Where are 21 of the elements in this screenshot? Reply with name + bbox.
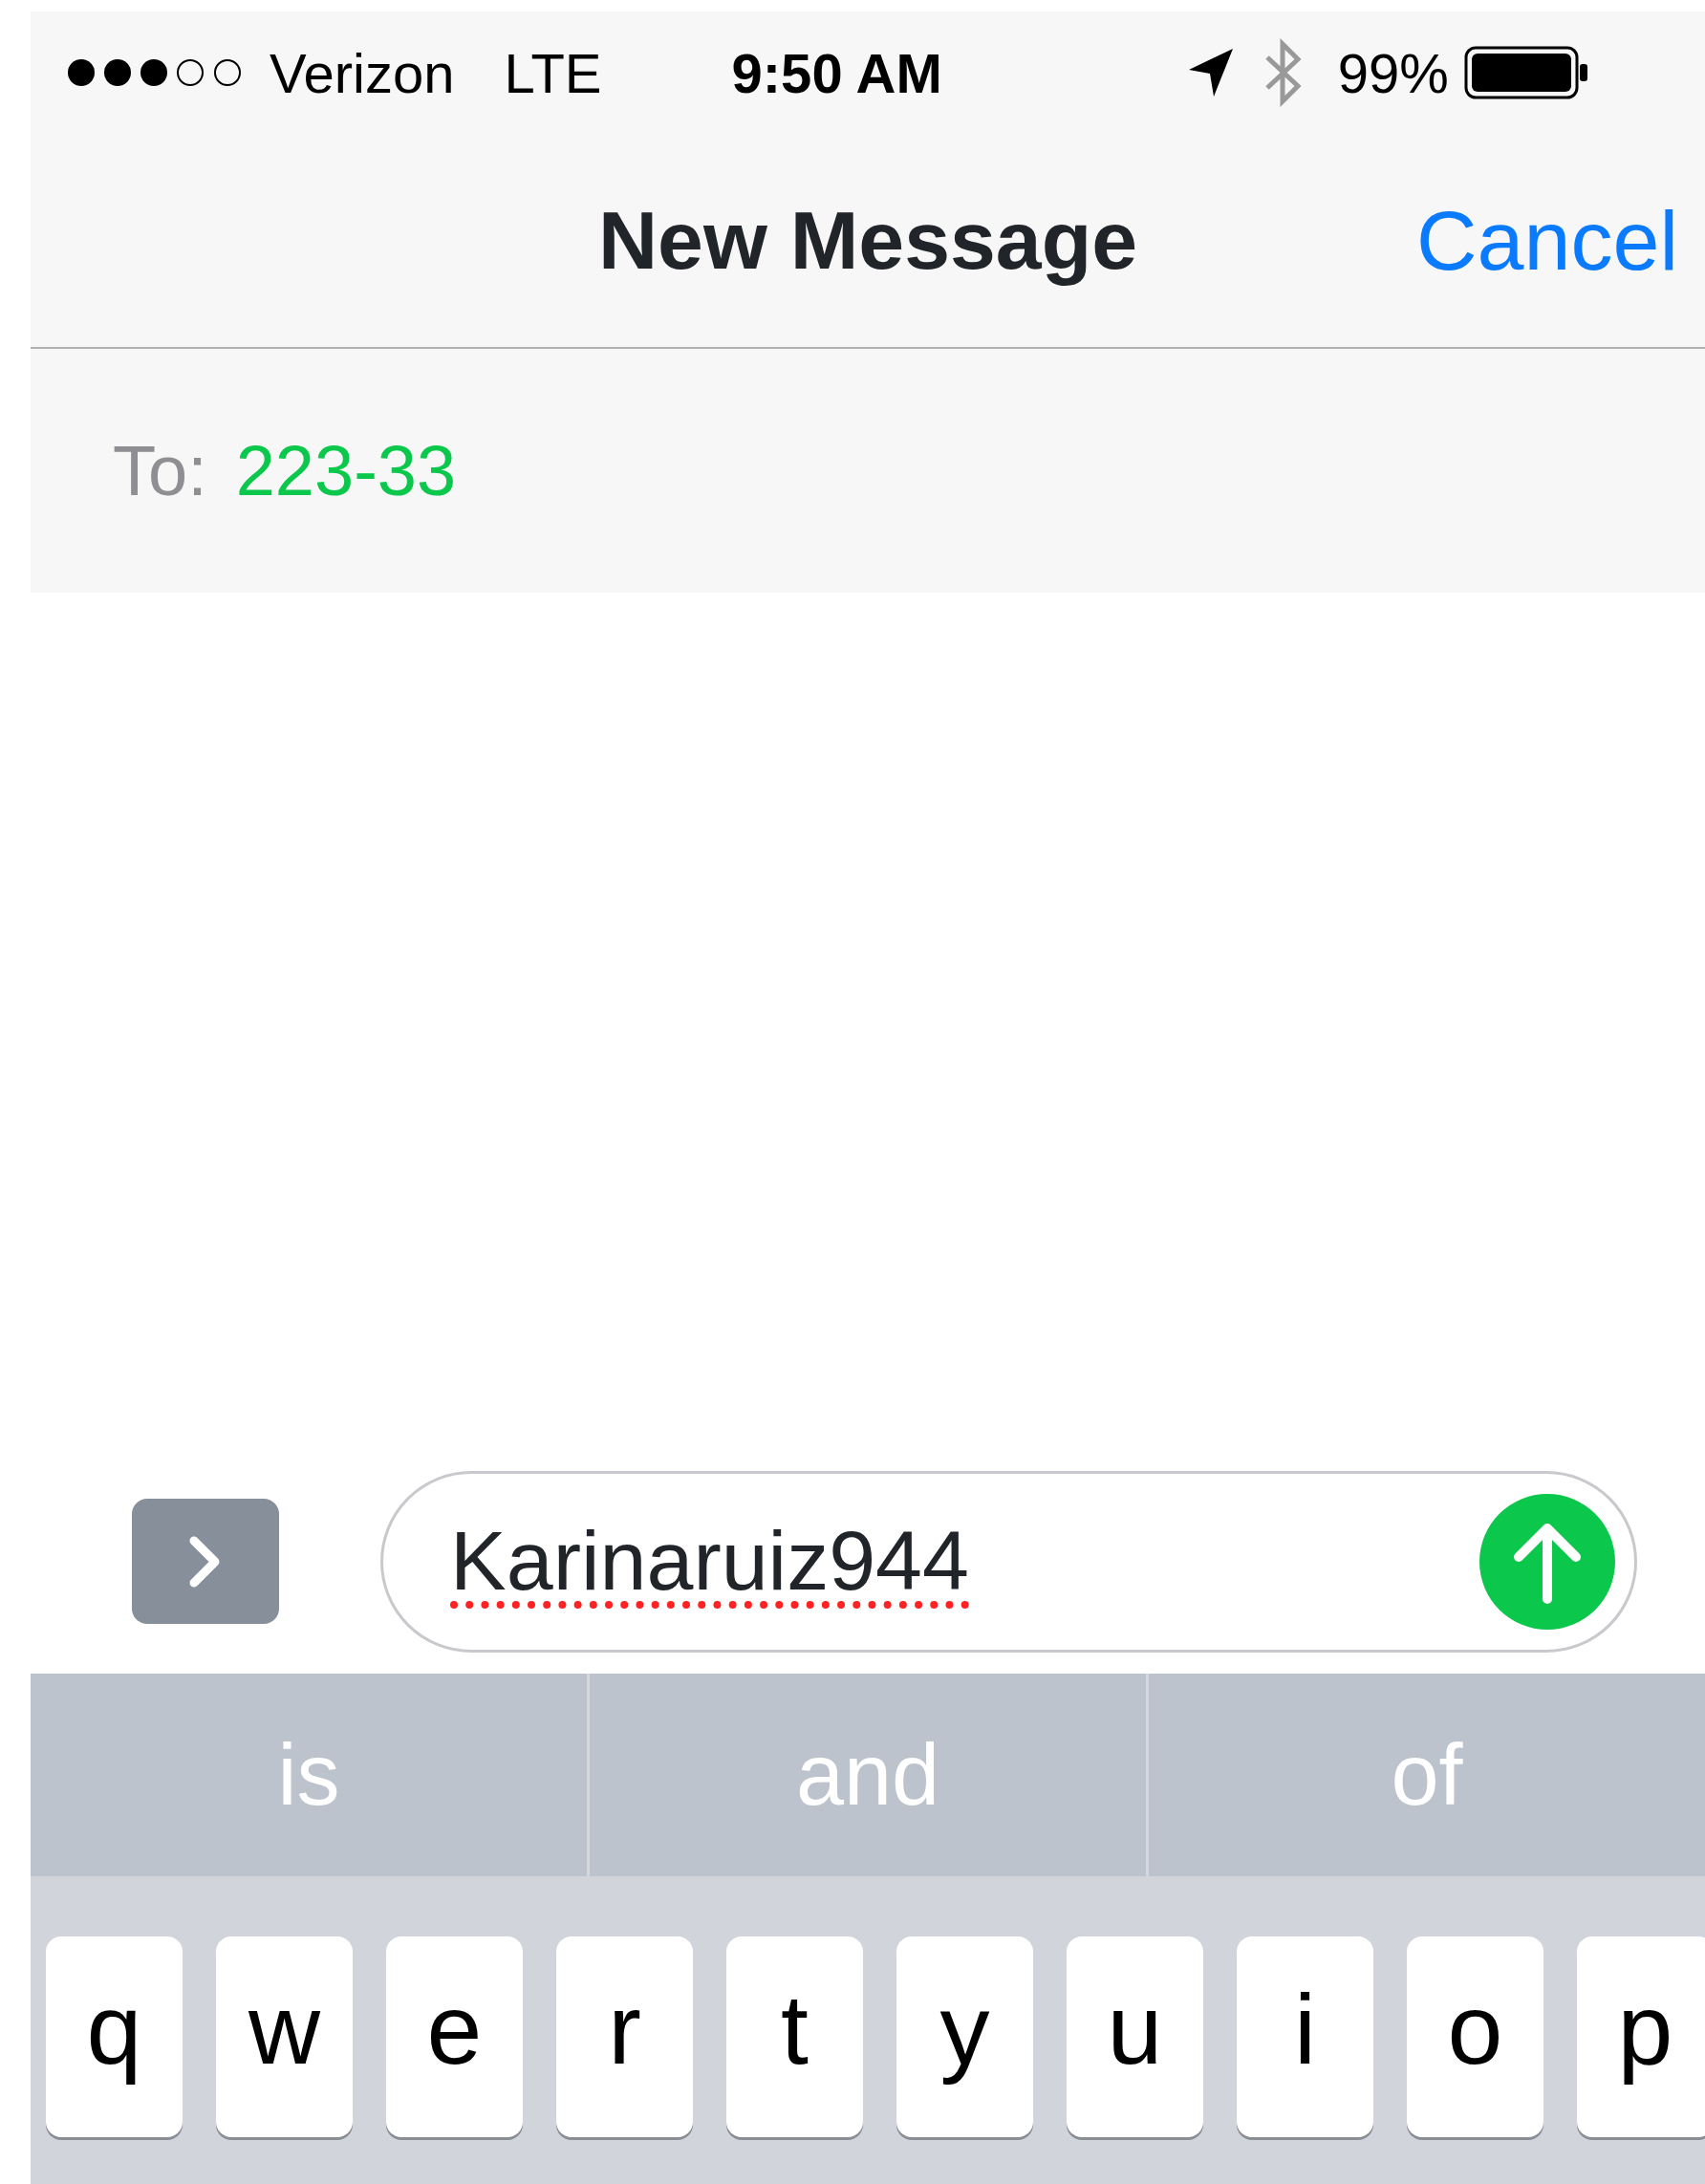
keyboard-key[interactable]: y bbox=[896, 1936, 1033, 2137]
screen-title: New Message bbox=[597, 193, 1137, 288]
keyboard-key[interactable]: p bbox=[1577, 1936, 1705, 2137]
cancel-button[interactable]: Cancel bbox=[1416, 177, 1678, 304]
keyboard-key[interactable]: q bbox=[46, 1936, 183, 2137]
keyboard-key[interactable]: i bbox=[1237, 1936, 1373, 2137]
battery-percentage: 99% bbox=[1337, 40, 1449, 106]
keyboard-key[interactable]: r bbox=[556, 1936, 693, 2137]
keyboard-key[interactable]: u bbox=[1067, 1936, 1203, 2137]
keyboard-key[interactable]: t bbox=[726, 1936, 863, 2137]
message-text: Karinaruiz944 bbox=[450, 1515, 969, 1608]
network-type: LTE bbox=[504, 40, 602, 106]
keyboard-key[interactable]: e bbox=[386, 1936, 523, 2137]
message-field[interactable]: Karinaruiz944 bbox=[380, 1470, 1637, 1653]
to-label: To: bbox=[113, 430, 207, 512]
carrier-name: Verizon bbox=[270, 40, 455, 106]
battery-icon bbox=[1463, 46, 1588, 99]
clock: 9:50 AM bbox=[731, 40, 942, 106]
keyboard-key[interactable]: o bbox=[1407, 1936, 1543, 2137]
expand-button[interactable] bbox=[132, 1499, 279, 1624]
keyboard-key[interactable]: w bbox=[216, 1936, 353, 2137]
